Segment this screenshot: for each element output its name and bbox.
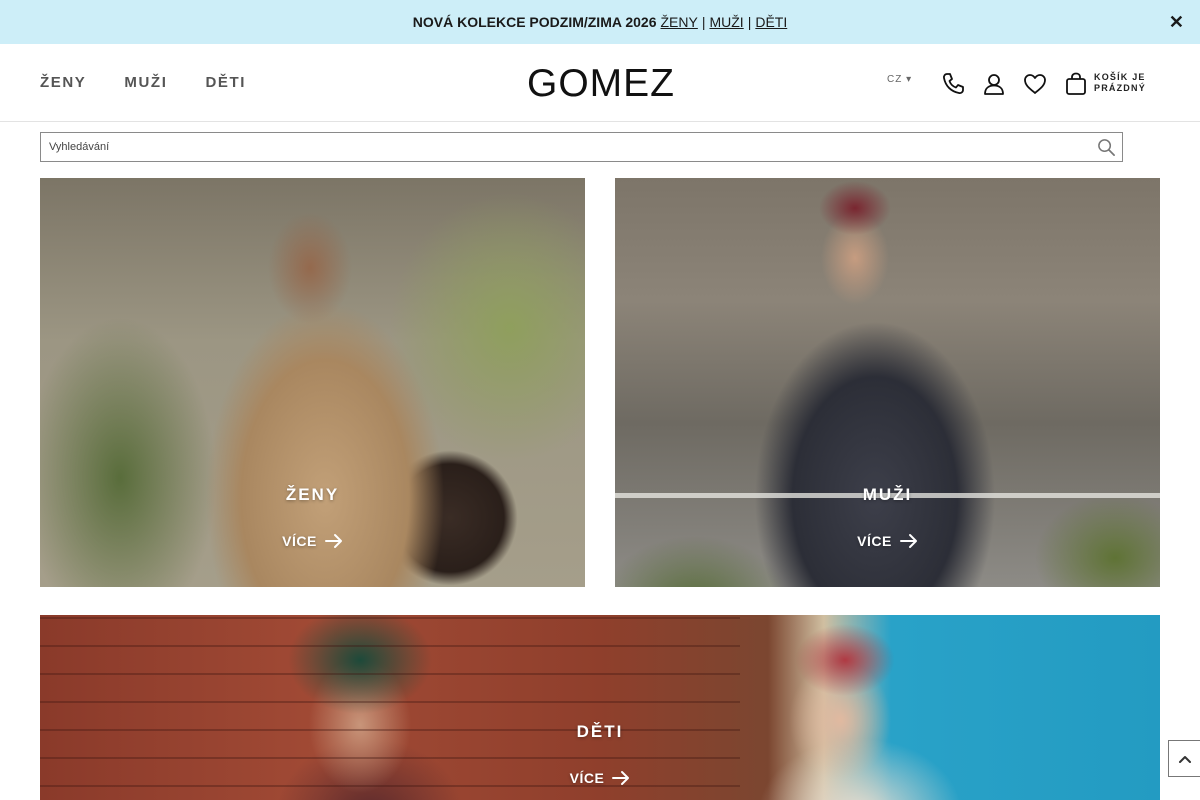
search-bar: [40, 132, 1123, 162]
nav-item-kids[interactable]: DĚTI: [205, 74, 246, 91]
main-nav: ŽENY MUŽI DĚTI: [40, 74, 246, 91]
arrow-right-icon: [612, 771, 630, 785]
bag-icon[interactable]: [1062, 70, 1090, 98]
cart-status[interactable]: KOŠÍK JE PRÁZDNÝ: [1094, 72, 1146, 94]
promo-link-kids[interactable]: DĚTI: [755, 14, 787, 30]
nav-item-men[interactable]: MUŽI: [124, 74, 167, 91]
category-tile-women[interactable]: ŽENY VÍCE: [40, 178, 585, 587]
heart-icon[interactable]: [1021, 70, 1049, 98]
cart-status-line: KOŠÍK JE: [1094, 72, 1146, 82]
tile-more-label: VÍCE: [282, 533, 317, 549]
language-selector[interactable]: CZ ▾: [887, 74, 912, 85]
site-logo[interactable]: GOMEZ: [527, 62, 675, 106]
promo-link-men[interactable]: MUŽI: [709, 14, 743, 30]
tile-more-link[interactable]: VÍCE: [615, 533, 1160, 549]
site-header: ŽENY MUŽI DĚTI GOMEZ CZ ▾ KOŠÍK JE PRÁZD…: [0, 44, 1200, 122]
search-input[interactable]: [41, 133, 1122, 161]
category-tile-kids[interactable]: DĚTI VÍCE: [40, 615, 1160, 800]
search-icon[interactable]: [1097, 138, 1116, 157]
tile-title: DĚTI: [576, 722, 624, 741]
back-to-top-button[interactable]: [1168, 740, 1200, 777]
close-icon[interactable]: ✕: [1169, 12, 1184, 33]
promo-text: NOVÁ KOLEKCE PODZIM/ZIMA 2026: [412, 14, 657, 30]
phone-icon[interactable]: [939, 70, 967, 98]
tile-title: MUŽI: [862, 485, 913, 504]
category-tile-men[interactable]: MUŽI VÍCE: [615, 178, 1160, 587]
tile-more-label: VÍCE: [569, 770, 605, 786]
chevron-up-icon: [1179, 755, 1191, 763]
arrow-right-icon: [324, 534, 342, 548]
promo-separator: |: [701, 14, 706, 30]
promo-link-women[interactable]: ŽENY: [661, 14, 698, 30]
user-icon[interactable]: [980, 70, 1008, 98]
cart-status-line: PRÁZDNÝ: [1094, 83, 1146, 93]
tile-more-label: VÍCE: [857, 533, 892, 549]
tile-more-link[interactable]: VÍCE: [40, 533, 585, 549]
promo-bar: NOVÁ KOLEKCE PODZIM/ZIMA 2026 ŽENY | MUŽ…: [0, 0, 1200, 44]
nav-item-women[interactable]: ŽENY: [40, 74, 86, 91]
tile-title: ŽENY: [285, 485, 340, 504]
tile-more-link[interactable]: VÍCE: [40, 770, 1160, 786]
arrow-right-icon: [899, 534, 917, 548]
promo-separator: |: [747, 14, 752, 30]
